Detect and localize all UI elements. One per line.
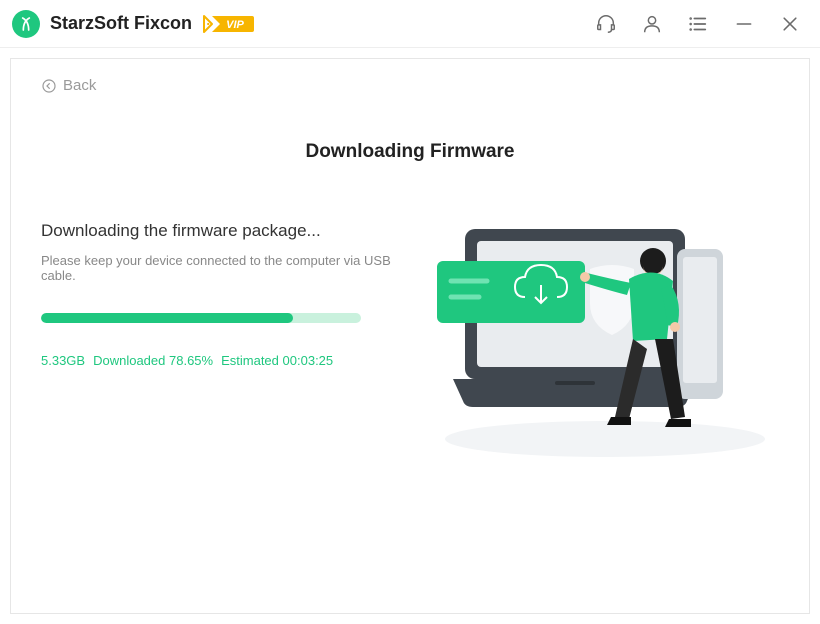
download-subtext: Please keep your device connected to the… [41, 253, 401, 283]
menu-icon[interactable] [684, 10, 712, 38]
progress-bar [41, 313, 361, 323]
support-icon[interactable] [592, 10, 620, 38]
progress-fill [41, 313, 293, 323]
download-stats: 5.33GB Downloaded 78.65% Estimated 00:03… [41, 353, 401, 368]
app-title: StarzSoft Fixcon [50, 13, 192, 34]
back-button[interactable]: Back [41, 77, 96, 94]
svg-text:VIP: VIP [226, 19, 244, 31]
illustration [425, 221, 779, 481]
back-label: Back [63, 77, 96, 94]
download-heading: Downloading the firmware package... [41, 221, 401, 241]
vip-badge: VIP [202, 14, 254, 34]
close-icon[interactable] [776, 10, 804, 38]
titlebar-actions [592, 10, 804, 38]
content-panel: Back Downloading Firmware Downloading th… [10, 58, 810, 614]
page-title: Downloading Firmware [41, 141, 779, 163]
download-size: 5.33GB [41, 353, 85, 368]
app-logo [12, 10, 40, 38]
titlebar: StarzSoft Fixcon VIP [0, 0, 820, 48]
minimize-icon[interactable] [730, 10, 758, 38]
user-icon[interactable] [638, 10, 666, 38]
